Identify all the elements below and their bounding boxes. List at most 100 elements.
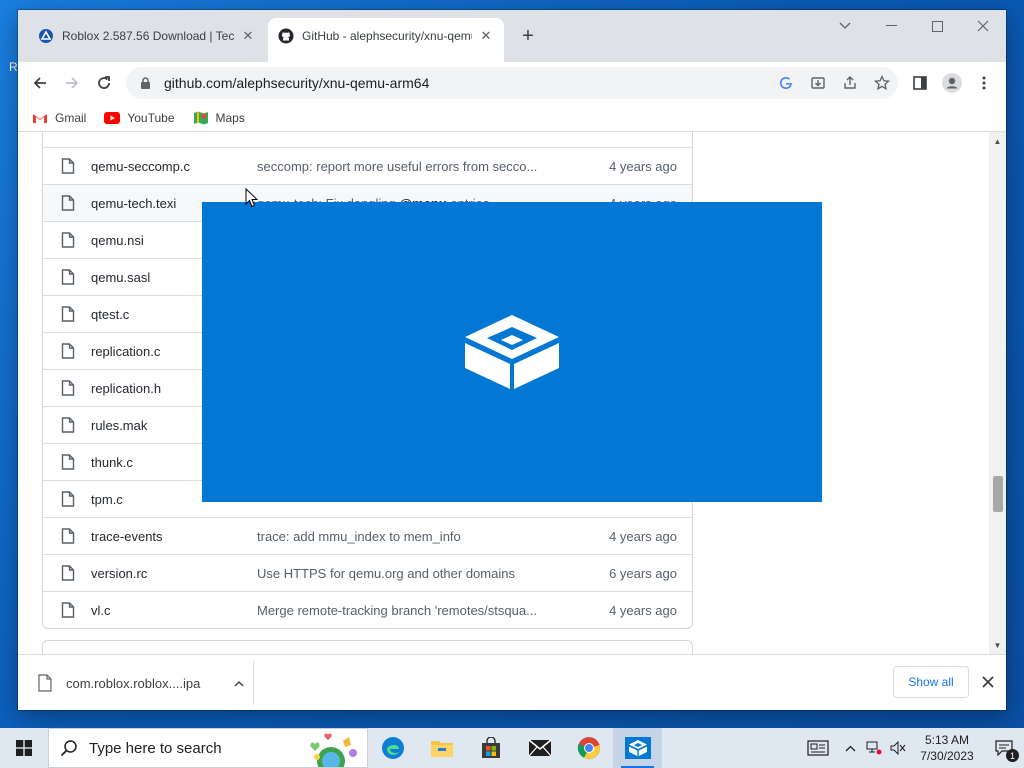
chevron-up-tray-icon[interactable] bbox=[838, 728, 862, 768]
mouse-cursor-icon bbox=[245, 188, 259, 208]
commit-message-link[interactable]: Use HTTPS for qemu.org and other domains bbox=[257, 566, 567, 581]
file-icon bbox=[61, 417, 75, 433]
bookmark-label: Gmail bbox=[55, 110, 87, 125]
file-name-link[interactable]: thunk.c bbox=[91, 455, 133, 470]
file-name-link[interactable]: trace-events bbox=[91, 529, 163, 544]
taskbar-mail[interactable] bbox=[515, 728, 564, 768]
download-item[interactable]: com.roblox.roblox....ipa bbox=[18, 661, 254, 705]
scrollbar-thumb[interactable] bbox=[993, 476, 1003, 512]
file-row[interactable]: vl.c Merge remote-tracking branch 'remote… bbox=[43, 591, 692, 628]
search-icon bbox=[49, 739, 89, 757]
bookmark-star-icon[interactable] bbox=[866, 67, 898, 99]
google-icon[interactable] bbox=[770, 67, 802, 99]
lock-icon[interactable] bbox=[140, 76, 154, 90]
close-tab-icon[interactable]: ✕ bbox=[478, 28, 494, 44]
file-icon bbox=[61, 454, 75, 470]
volume-muted-icon[interactable] bbox=[886, 728, 910, 768]
news-widget-icon[interactable] bbox=[798, 728, 838, 768]
taskbar-chrome[interactable] bbox=[564, 728, 613, 768]
file-name-link[interactable]: qemu.nsi bbox=[91, 233, 144, 248]
taskbar-file-explorer[interactable] bbox=[417, 728, 466, 768]
file-name-link[interactable]: qemu-seccomp.c bbox=[91, 159, 190, 174]
commit-age: 6 years ago bbox=[609, 565, 677, 581]
minimize-button[interactable] bbox=[868, 10, 914, 42]
scroll-down-arrow-icon[interactable]: ▼ bbox=[989, 638, 1006, 652]
bookmark-maps[interactable]: Maps bbox=[193, 110, 245, 126]
taskbar-sandbox[interactable] bbox=[613, 728, 662, 768]
side-panel-icon[interactable] bbox=[904, 67, 936, 99]
profile-avatar-icon[interactable] bbox=[936, 67, 968, 99]
file-explorer-icon bbox=[430, 741, 453, 757]
file-name-link[interactable]: qemu-tech.texi bbox=[91, 196, 176, 211]
taskbar-edge[interactable] bbox=[368, 728, 417, 768]
file-name-link[interactable]: version.rc bbox=[91, 566, 147, 581]
file-name-link[interactable]: rules.mak bbox=[91, 418, 147, 433]
close-downloads-icon[interactable] bbox=[976, 670, 1000, 694]
file-row[interactable]: version.rc Use HTTPS for qemu.org and oth… bbox=[43, 554, 692, 591]
download-file-name: com.roblox.roblox....ipa bbox=[66, 675, 201, 691]
file-name-link[interactable]: tpm.c bbox=[91, 492, 123, 507]
clock[interactable]: 5:13 AM 7/30/2023 bbox=[910, 732, 984, 764]
clock-time: 5:13 AM bbox=[924, 733, 970, 747]
bookmarks-bar: Gmail YouTube Maps bbox=[18, 104, 1006, 132]
vertical-scrollbar[interactable]: ▲ ▼ bbox=[989, 132, 1006, 654]
file-icon bbox=[61, 232, 75, 248]
file-name-link[interactable]: qemu.sasl bbox=[91, 270, 150, 285]
network-icon[interactable] bbox=[862, 728, 886, 768]
tab-roblox[interactable]: Roblox 2.587.56 Download | Tech ✕ bbox=[28, 18, 266, 54]
sandbox-loading-overlay bbox=[202, 202, 822, 502]
commit-message-link[interactable]: Merge remote-tracking branch 'remotes/st… bbox=[257, 603, 567, 618]
store-icon bbox=[481, 737, 500, 758]
file-icon bbox=[61, 565, 75, 581]
reload-button[interactable] bbox=[88, 67, 120, 99]
file-row[interactable]: trace-events trace: add mmu_index to mem_… bbox=[43, 517, 692, 554]
edge-icon bbox=[381, 737, 404, 759]
taskbar-store[interactable] bbox=[466, 728, 515, 768]
file-name-link[interactable]: replication.h bbox=[91, 381, 161, 396]
maps-icon bbox=[193, 110, 209, 126]
file-icon bbox=[61, 528, 75, 544]
taskbar: Type here to search 5:13 AM 7/30/2023 1 bbox=[0, 728, 1024, 768]
file-icon bbox=[61, 380, 75, 396]
downloads-bar: com.roblox.roblox....ipa Show all bbox=[18, 654, 1006, 710]
forward-button[interactable] bbox=[56, 67, 88, 99]
file-name-link[interactable]: replication.c bbox=[91, 344, 160, 359]
new-tab-button[interactable]: + bbox=[516, 24, 540, 48]
address-bar[interactable]: github.com/alephsecurity/xnu-qemu-arm64 bbox=[126, 67, 898, 99]
show-all-button[interactable]: Show all bbox=[893, 666, 969, 698]
file-icon bbox=[38, 674, 52, 692]
maximize-button[interactable] bbox=[914, 10, 960, 42]
bookmark-gmail[interactable]: Gmail bbox=[32, 110, 86, 126]
file-icon bbox=[61, 602, 75, 618]
bookmark-youtube[interactable]: YouTube bbox=[104, 110, 175, 126]
tab-title: GitHub - alephsecurity/xnu-qemu-arm64 bbox=[302, 29, 472, 43]
tab-search-icon[interactable] bbox=[822, 10, 868, 42]
share-icon[interactable] bbox=[834, 67, 866, 99]
chevron-up-icon[interactable] bbox=[225, 676, 253, 690]
menu-kebab-icon[interactable] bbox=[968, 67, 1000, 99]
file-row[interactable] bbox=[43, 132, 692, 147]
commit-age: 4 years ago bbox=[609, 528, 677, 544]
bookmark-label: YouTube bbox=[127, 110, 175, 125]
close-window-button[interactable] bbox=[960, 10, 1006, 42]
tab-title: Roblox 2.587.56 Download | Tech bbox=[62, 29, 234, 43]
desktop-stray-label: R bbox=[9, 60, 18, 74]
scroll-up-arrow-icon[interactable]: ▲ bbox=[989, 134, 1006, 148]
windows-logo-icon bbox=[16, 740, 32, 756]
close-tab-icon[interactable]: ✕ bbox=[240, 28, 256, 44]
start-button[interactable] bbox=[0, 728, 48, 768]
notification-center-icon[interactable]: 1 bbox=[984, 728, 1024, 768]
taskbar-search-box[interactable]: Type here to search bbox=[48, 728, 368, 768]
install-app-icon[interactable] bbox=[802, 67, 834, 99]
clock-date: 7/30/2023 bbox=[920, 749, 974, 763]
search-placeholder: Type here to search bbox=[89, 739, 222, 757]
commit-age: 4 years ago bbox=[609, 158, 677, 174]
commit-message-link[interactable]: trace: add mmu_index to mem_info bbox=[257, 529, 567, 544]
back-button[interactable] bbox=[24, 67, 56, 99]
file-name-link[interactable]: qtest.c bbox=[91, 307, 129, 322]
file-name-link[interactable]: vl.c bbox=[91, 603, 111, 618]
tab-github[interactable]: GitHub - alephsecurity/xnu-qemu-arm64 ✕ bbox=[268, 18, 504, 62]
commit-message-link[interactable]: seccomp: report more useful errors from … bbox=[257, 159, 567, 174]
search-highlight-icon bbox=[310, 733, 357, 767]
file-row[interactable]: qemu-seccomp.c seccomp: report more usefu… bbox=[43, 147, 692, 184]
